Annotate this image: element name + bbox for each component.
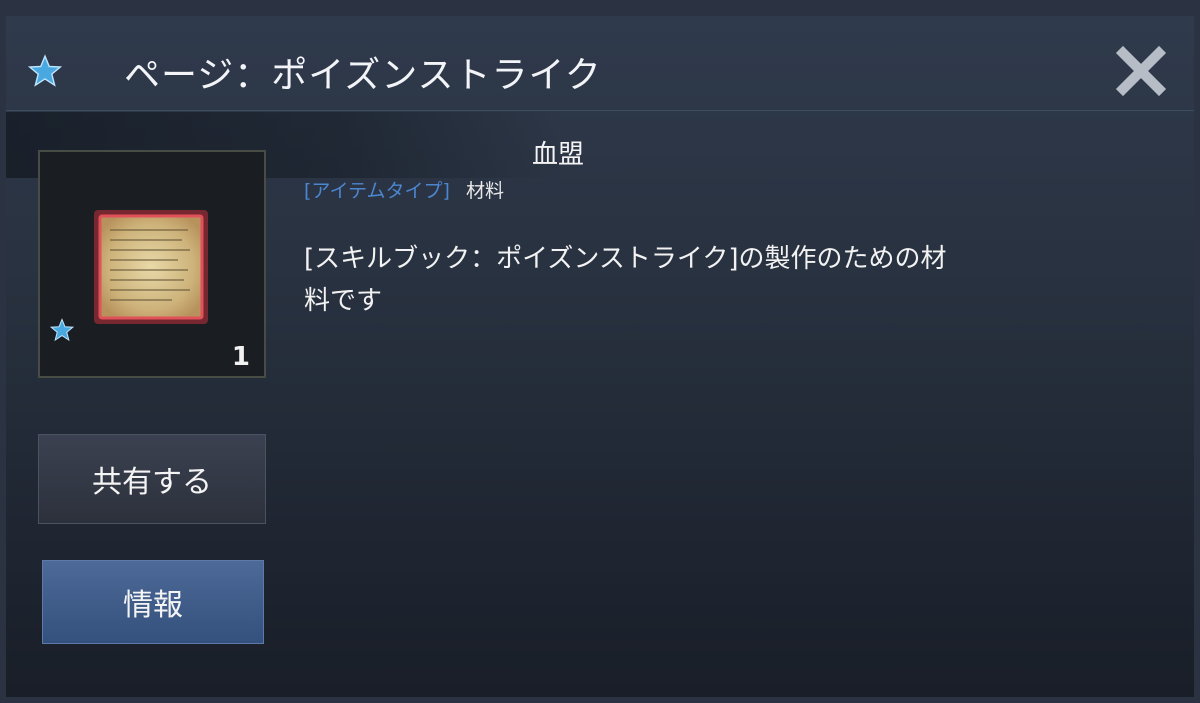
window-title: ページ：ポイズンストライク	[124, 55, 602, 96]
item-type-value: 材料	[465, 180, 504, 202]
item-name: 血盟	[532, 140, 585, 170]
parchment-page-icon	[94, 210, 208, 324]
star-icon	[50, 318, 74, 342]
item-slot: 1	[38, 150, 266, 378]
close-icon[interactable]	[1114, 44, 1168, 98]
item-type-label: [アイテムタイプ]	[304, 180, 450, 202]
star-icon	[28, 54, 62, 87]
item-description: [スキルブック：ポイズンストライク]の製作のための材料です	[304, 244, 947, 316]
item-type: [アイテムタイプ] 材料	[304, 176, 504, 203]
item-detail-window: ページ：ポイズンストライク 1 血盟 [アイテムタイプ] 材料 [スキルブック：…	[0, 0, 1200, 703]
title-bar: ページ：ポイズンストライク	[6, 16, 1194, 111]
info-button[interactable]: 情報	[42, 560, 264, 644]
share-button[interactable]: 共有する	[38, 434, 266, 524]
item-count: 1	[231, 342, 250, 372]
